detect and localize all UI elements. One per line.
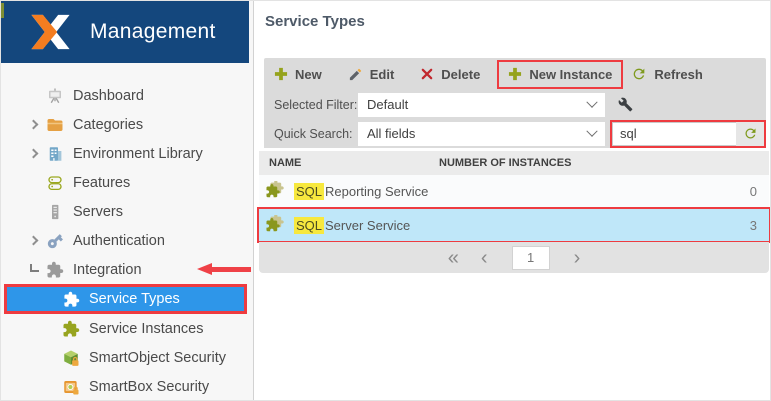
sidebar-item-label: Integration	[73, 261, 142, 278]
sidebar-item-label: Environment Library	[73, 145, 203, 162]
key-icon	[46, 232, 64, 250]
service-type-name: Server Service	[325, 217, 411, 233]
sidebar-item-label: SmartObject Security	[89, 349, 226, 366]
app-title: Management	[90, 20, 216, 43]
new-instance-button-label: New Instance	[529, 66, 613, 82]
puzzle-icon	[46, 261, 64, 279]
delete-x-icon	[420, 67, 434, 81]
puzzle-icon	[62, 290, 80, 308]
sidebar-nav: Dashboard Categories Environment Library	[1, 81, 248, 400]
table-row[interactable]: SQL Reporting Service 0	[259, 175, 769, 208]
sidebar-item-label: Servers	[73, 203, 123, 220]
sidebar-item-label: Authentication	[73, 232, 165, 249]
management-console: Management Dashboard Categories Environm…	[0, 0, 771, 401]
sidebar-item-authentication[interactable]: Authentication	[1, 226, 248, 255]
sidebar-item-label: Categories	[73, 116, 144, 133]
folder-icon	[46, 116, 64, 134]
selected-filter-label: Selected Filter:	[274, 97, 358, 112]
new-button[interactable]: New	[274, 67, 322, 82]
sidebar: Management Dashboard Categories Environm…	[1, 1, 254, 400]
selected-filter-value: Default	[367, 97, 409, 112]
dashboard-icon	[46, 87, 64, 105]
sidebar-item-label: Service Types	[89, 291, 180, 307]
annotation-arrow-integration	[197, 263, 251, 276]
plus-icon	[274, 67, 288, 81]
refresh-button-label: Refresh	[654, 66, 703, 82]
selected-filter-dropdown[interactable]: Default	[358, 92, 605, 117]
annotation-box-new-instance: New Instance	[497, 59, 624, 89]
main-panel: Service Types New Edit Delete New Instan…	[255, 1, 770, 400]
selected-filter-row: Selected Filter: Default	[264, 90, 766, 119]
plus-icon	[508, 67, 522, 81]
box-lock-icon	[62, 378, 80, 396]
k2-logo-icon	[27, 11, 74, 53]
expand-chevron-icon[interactable]	[28, 119, 46, 130]
screen-edge-artifact	[1, 3, 4, 18]
filter-settings-button[interactable]	[618, 97, 633, 112]
pagination-bar: « ‹ 1 ›	[259, 242, 769, 273]
chevron-down-icon	[586, 125, 598, 137]
chevron-down-icon	[586, 96, 598, 108]
page-title: Service Types	[265, 13, 365, 30]
sidebar-item-smartbox-security[interactable]: SmartBox Security	[1, 372, 248, 400]
expand-chevron-icon[interactable]	[28, 148, 46, 159]
table-header: NAME NUMBER OF INSTANCES	[259, 151, 769, 175]
table-row-selected[interactable]: SQL Server Service 3	[257, 207, 770, 243]
sidebar-item-label: Dashboard	[73, 87, 144, 104]
sidebar-item-categories[interactable]: Categories	[1, 110, 248, 139]
service-type-name: Reporting Service	[325, 183, 429, 199]
sidebar-item-environment-library[interactable]: Environment Library	[1, 139, 248, 168]
prev-page-button[interactable]: ‹	[481, 248, 488, 268]
next-page-button[interactable]: ›	[574, 248, 581, 268]
refresh-icon	[743, 126, 758, 141]
sidebar-item-service-instances[interactable]: Service Instances	[1, 314, 248, 343]
edit-button-label: Edit	[369, 66, 395, 82]
pencil-icon	[348, 67, 363, 82]
sidebar-item-smartobject-security[interactable]: SmartObject Security	[1, 343, 248, 372]
new-instance-button[interactable]: New Instance	[508, 67, 612, 82]
toolbar: New Edit Delete New Instance Refresh	[264, 58, 766, 90]
servers-icon	[46, 203, 64, 221]
edit-button[interactable]: Edit	[348, 66, 395, 82]
sidebar-item-label: Features	[73, 174, 131, 191]
service-type-icon	[266, 181, 286, 201]
refresh-icon	[631, 66, 647, 82]
puzzle-icon	[62, 320, 80, 338]
first-page-button[interactable]: «	[448, 248, 459, 268]
toolbar-filter-block: New Edit Delete New Instance Refresh Sel…	[264, 58, 766, 148]
sidebar-item-servers[interactable]: Servers	[1, 197, 248, 226]
wrench-icon	[618, 97, 633, 112]
search-highlight: SQL	[294, 182, 325, 200]
collapse-corner-icon[interactable]	[30, 263, 46, 272]
quick-search-row: Quick Search: All fields	[264, 119, 766, 148]
instance-count: 0	[749, 183, 757, 199]
sidebar-item-label: SmartBox Security	[89, 378, 210, 395]
new-button-label: New	[295, 66, 322, 82]
features-icon	[46, 174, 64, 192]
delete-button[interactable]: Delete	[420, 67, 480, 82]
quick-search-field-value: All fields	[367, 126, 416, 141]
column-header-name: NAME	[269, 157, 302, 169]
cube-lock-icon	[62, 349, 80, 367]
column-header-instances: NUMBER OF INSTANCES	[439, 157, 572, 169]
instance-count: 3	[749, 217, 757, 233]
sidebar-item-dashboard[interactable]: Dashboard	[1, 81, 248, 110]
quick-search-label: Quick Search:	[274, 126, 353, 141]
sidebar-header: Management	[1, 1, 249, 63]
refresh-button[interactable]: Refresh	[631, 66, 703, 82]
annotation-box-search	[610, 119, 766, 148]
sidebar-item-label: Service Instances	[89, 320, 204, 337]
service-type-icon	[266, 215, 286, 235]
search-refresh-button[interactable]	[736, 121, 764, 146]
page-number-input[interactable]: 1	[511, 245, 550, 270]
delete-button-label: Delete	[441, 66, 481, 82]
quick-search-field-dropdown[interactable]: All fields	[358, 121, 605, 146]
search-highlight: SQL	[294, 216, 325, 234]
environment-library-icon	[46, 145, 64, 163]
search-input[interactable]	[612, 121, 736, 146]
sidebar-item-features[interactable]: Features	[1, 168, 248, 197]
sidebar-item-service-types[interactable]: Service Types	[4, 284, 247, 314]
expand-chevron-icon[interactable]	[28, 235, 46, 246]
